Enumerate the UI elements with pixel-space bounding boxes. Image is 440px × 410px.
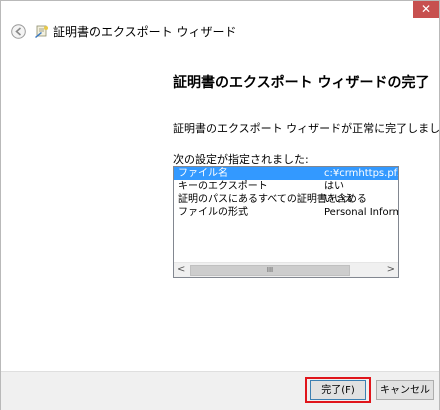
wizard-window: ✕ 証明書のエクスポート ウィザード 証明書のエクスポート ウィザードの完了 証… (0, 0, 440, 410)
setting-name: ファイル名 (178, 168, 228, 179)
settings-row-key-export[interactable]: キーのエクスポート はい (174, 180, 398, 193)
settings-rows: ファイル名 c:¥crmhttps.pfx キーのエクスポート はい 証明のパス… (174, 167, 398, 219)
settings-listbox[interactable]: ファイル名 c:¥crmhttps.pfx キーのエクスポート はい 証明のパス… (173, 166, 399, 278)
scroll-thumb[interactable]: III (190, 265, 350, 276)
settings-row-filename[interactable]: ファイル名 c:¥crmhttps.pfx (174, 167, 398, 180)
setting-name: キーのエクスポート (178, 181, 268, 192)
close-button[interactable]: ✕ (413, 1, 439, 18)
scroll-right-icon[interactable]: > (387, 263, 395, 277)
window-title: 証明書のエクスポート ウィザード (53, 25, 237, 39)
scroll-left-icon[interactable]: < (177, 263, 185, 277)
wizard-header: 証明書のエクスポート ウィザード (1, 19, 439, 43)
button-bar: 完了(F) キャンセル (1, 371, 439, 410)
setting-name: ファイルの形式 (178, 207, 248, 218)
settings-row-include-chain[interactable]: 証明のパスにあるすべての証明書を含める いいえ (174, 193, 398, 206)
setting-value: いいえ (324, 194, 354, 205)
setting-value: Personal Informa (324, 207, 398, 218)
certificate-wizard-icon (35, 25, 48, 38)
settings-row-file-format[interactable]: ファイルの形式 Personal Informa (174, 206, 398, 219)
settings-label: 次の設定が指定されました: (173, 153, 309, 166)
setting-value: はい (324, 181, 344, 192)
horizontal-scrollbar[interactable]: < III > (174, 262, 398, 277)
back-arrow-icon[interactable] (11, 24, 26, 39)
finish-button[interactable]: 完了(F) (310, 380, 366, 400)
setting-value: c:¥crmhttps.pfx (324, 168, 399, 179)
page-heading: 証明書のエクスポート ウィザードの完了 (173, 75, 430, 91)
cancel-button[interactable]: キャンセル (376, 380, 434, 400)
completion-message: 証明書のエクスポート ウィザードが正常に完了しました。 (173, 122, 440, 135)
